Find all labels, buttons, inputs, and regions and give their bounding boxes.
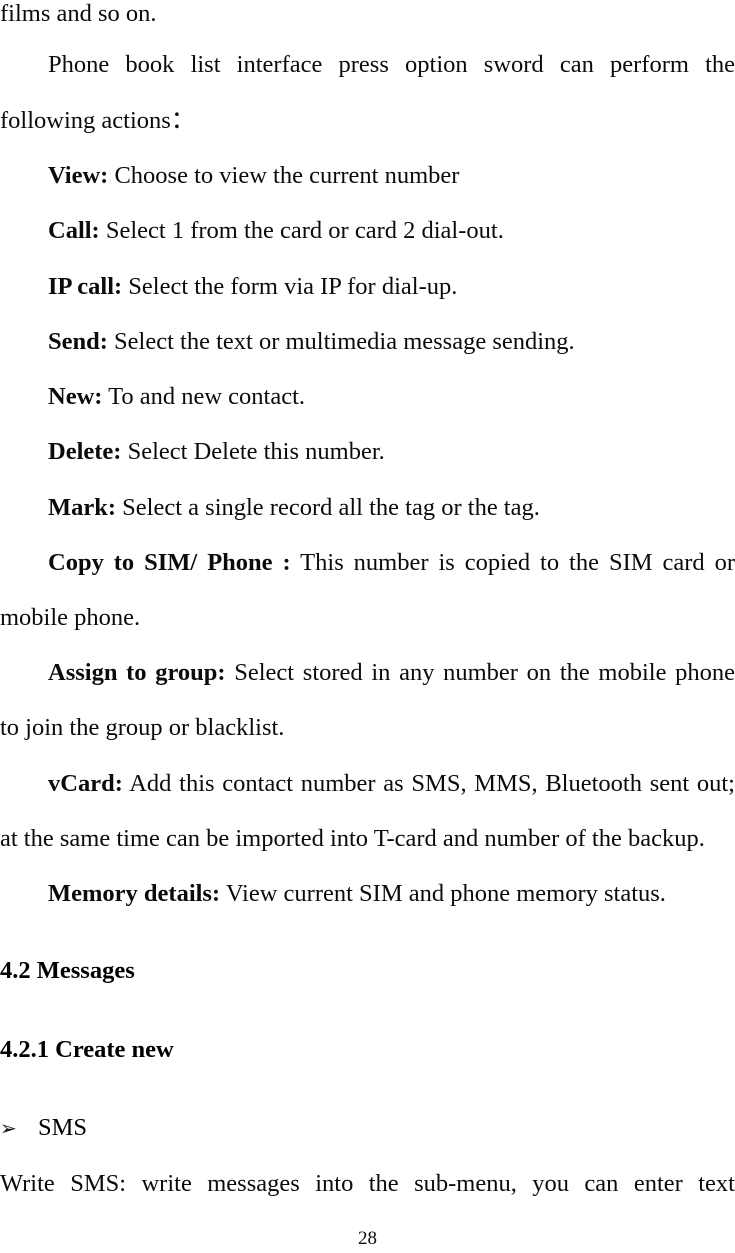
action-text-copy-to-sim-line-1: This number is copied to the SIM card or	[300, 549, 735, 576]
action-label-view: View:	[48, 162, 109, 189]
action-item-copy-to-sim-line-2: mobile phone.	[0, 604, 141, 631]
action-text-ip-call: Select the form via IP for dial-up.	[128, 273, 458, 300]
intro-paragraph-line-1-text: Phone book list interface press option s…	[48, 51, 735, 78]
intro-paragraph-line-1: Phone book list interface press option s…	[0, 51, 735, 79]
action-text-new: To and new contact.	[108, 383, 306, 410]
action-label-ip-call: IP call:	[48, 273, 123, 300]
action-label-vcard: vCard:	[48, 770, 123, 797]
action-label-send: Send:	[48, 328, 108, 355]
action-item-new: New: To and new contact.	[0, 383, 735, 411]
action-item-assign-to-group-line-1: Assign to group: Select stored in any nu…	[0, 659, 735, 687]
action-label-delete: Delete:	[48, 438, 122, 465]
document-page: films and so on. Phone book list interfa…	[0, 0, 735, 1253]
action-item-send: Send: Select the text or multimedia mess…	[0, 328, 735, 356]
action-text-vcard-line-1: Add this contact number as SMS, MMS, Blu…	[129, 770, 735, 797]
bullet-label-sms: SMS	[38, 1114, 88, 1141]
action-text-send: Select the text or multimedia message se…	[114, 328, 575, 355]
action-text-memory-details: View current SIM and phone memory status…	[225, 880, 666, 907]
action-label-new: New:	[48, 383, 103, 410]
action-text-view: Choose to view the current number	[114, 162, 460, 189]
continued-text-line: films and so on.	[0, 0, 157, 27]
action-item-memory-details: Memory details: View current SIM and pho…	[0, 880, 735, 908]
page-number-footer: 28	[358, 1228, 377, 1249]
action-text-assign-to-group-line-1: Select stored in any number on the mobil…	[234, 659, 735, 686]
section-heading-4-2: 4.2 Messages	[0, 957, 135, 984]
action-item-vcard-line-1: vCard: Add this contact number as SMS, M…	[0, 770, 735, 798]
action-item-delete: Delete: Select Delete this number.	[0, 438, 735, 466]
action-item-copy-to-sim-line-1: Copy to SIM/ Phone : This number is copi…	[0, 549, 735, 577]
action-label-assign-to-group: Assign to group:	[48, 659, 226, 686]
action-label-copy-to-sim: Copy to SIM/ Phone :	[48, 549, 291, 576]
bullet-list-item-sms: ➢ SMS	[0, 1114, 735, 1142]
action-label-memory-details: Memory details:	[48, 880, 221, 907]
action-label-call: Call:	[48, 217, 100, 244]
action-item-mark: Mark: Select a single record all the tag…	[0, 494, 735, 522]
action-item-vcard-line-2: at the same time can be imported into T-…	[0, 825, 705, 852]
action-item-ip-call: IP call: Select the form via IP for dial…	[0, 273, 735, 301]
action-text-mark: Select a single record all the tag or th…	[122, 494, 540, 521]
action-item-assign-to-group-line-2: to join the group or blacklist.	[0, 714, 285, 741]
action-item-call: Call: Select 1 from the card or card 2 d…	[0, 217, 735, 245]
action-text-call: Select 1 from the card or card 2 dial-ou…	[105, 217, 504, 244]
subsection-heading-4-2-1: 4.2.1 Create new	[0, 1036, 174, 1063]
action-item-view: View: Choose to view the current number	[0, 162, 735, 190]
arrow-bullet-icon: ➢	[0, 1116, 17, 1140]
write-sms-paragraph-line: Write SMS: write messages into the sub-m…	[0, 1170, 735, 1198]
action-label-mark: Mark:	[48, 494, 117, 521]
action-text-delete: Select Delete this number.	[127, 438, 385, 465]
write-sms-paragraph-text: Write SMS: write messages into the sub-m…	[0, 1170, 735, 1197]
intro-paragraph-line-2: following actions：	[0, 107, 196, 134]
